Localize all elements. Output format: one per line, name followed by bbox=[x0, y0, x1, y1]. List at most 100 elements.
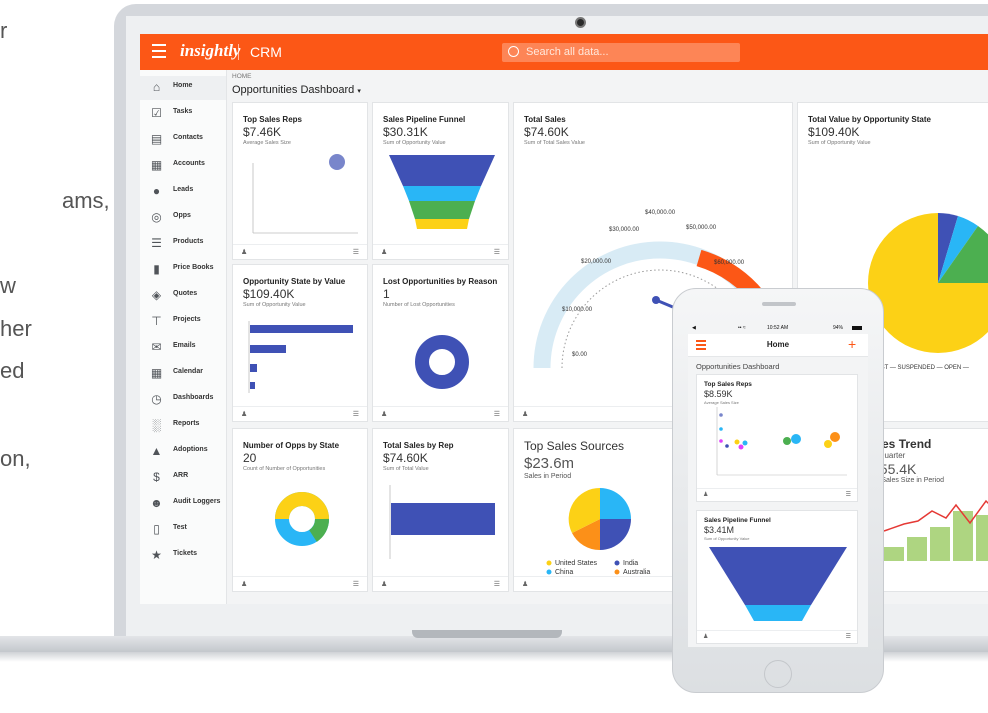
quotes-icon: ◈ bbox=[151, 288, 162, 302]
user-icon[interactable]: ♟ bbox=[241, 248, 247, 256]
scatter-chart bbox=[252, 154, 358, 234]
legend-item: Australia bbox=[623, 569, 650, 576]
sidebar-item-reports[interactable]: ░ Reports bbox=[140, 414, 226, 438]
text-fragment: ed bbox=[0, 358, 25, 383]
leads-icon: ● bbox=[152, 184, 161, 198]
card-top-sales-reps[interactable]: Top Sales Reps $7.46K Average Sales Size… bbox=[232, 102, 368, 260]
sidebar-item-label: Price Books bbox=[173, 264, 214, 271]
list-icon[interactable]: ☰ bbox=[353, 410, 359, 418]
list-icon[interactable]: ☰ bbox=[846, 633, 851, 640]
sidebar-item-calendar[interactable]: ▦ Calendar bbox=[140, 362, 226, 386]
sidebar-item-contacts[interactable]: ▤ Contacts bbox=[140, 128, 226, 152]
user-icon[interactable]: ♟ bbox=[381, 410, 387, 418]
brand-logo[interactable]: insightly bbox=[180, 41, 240, 61]
search-input[interactable]: Search all data... bbox=[502, 43, 740, 62]
page-title[interactable]: Opportunities Dashboard ▾ bbox=[232, 84, 361, 96]
gauge-label: $60,000.00 bbox=[714, 260, 745, 266]
sidebar-item-tickets[interactable]: ★ Tickets bbox=[140, 544, 226, 568]
sidebar-item-label: Products bbox=[173, 238, 204, 245]
list-icon[interactable]: ☰ bbox=[494, 248, 500, 256]
user-icon[interactable]: ♟ bbox=[381, 248, 387, 256]
search-icon bbox=[508, 46, 519, 57]
sidebar-item-quotes[interactable]: ◈ Quotes bbox=[140, 284, 226, 308]
projects-icon: ⊤ bbox=[151, 314, 162, 328]
bar bbox=[884, 547, 904, 561]
gauge-label: $10,000.00 bbox=[562, 307, 593, 313]
sidebar-item-label: Projects bbox=[173, 316, 201, 323]
funnel-segment bbox=[389, 155, 495, 186]
scatter-chart bbox=[716, 407, 847, 476]
sidebar-item-projects[interactable]: ⊤ Projects bbox=[140, 310, 226, 334]
marketing-text: r ams, w her ed on, bbox=[0, 0, 120, 713]
donut-chart bbox=[415, 335, 469, 389]
user-icon[interactable]: ♟ bbox=[703, 491, 708, 498]
user-icon[interactable]: ♟ bbox=[522, 410, 528, 418]
add-icon[interactable]: + bbox=[848, 336, 856, 352]
sidebar-item-audit-loggers[interactable]: ☻ Audit Loggers bbox=[140, 492, 226, 516]
sidebar-item-price-books[interactable]: ▮ Price Books bbox=[140, 258, 226, 282]
card-num-opps[interactable]: Number of Opps by State 20 Count of Numb… bbox=[232, 428, 368, 592]
user-icon[interactable]: ♟ bbox=[522, 580, 528, 588]
phone-card-top-sales-reps[interactable]: Top Sales Reps $8.59K Average Sales Size… bbox=[696, 374, 858, 502]
sidebar-item-label: Calendar bbox=[173, 368, 203, 375]
sidebar-item-adoptions[interactable]: ▲ Adoptions bbox=[140, 440, 226, 464]
bar bbox=[907, 537, 927, 561]
card-opp-state-value[interactable]: Opportunity State by Value $109.40K Sum … bbox=[232, 264, 368, 422]
card-lost-opps[interactable]: Lost Opportunities by Reason 1 Number of… bbox=[372, 264, 509, 422]
funnel-chart bbox=[389, 155, 495, 229]
gauge-label: $30,000.00 bbox=[609, 227, 640, 233]
chevron-down-icon: ▾ bbox=[357, 88, 361, 95]
user-icon[interactable]: ♟ bbox=[381, 580, 387, 588]
divider bbox=[238, 44, 239, 60]
list-icon[interactable]: ☰ bbox=[846, 491, 851, 498]
bar bbox=[250, 345, 286, 353]
gauge-label: $40,000.00 bbox=[645, 210, 676, 216]
user-icon[interactable]: ♟ bbox=[241, 580, 247, 588]
donut-ring bbox=[415, 335, 469, 389]
list-icon[interactable]: ☰ bbox=[494, 580, 500, 588]
dashboards-icon: ◷ bbox=[151, 392, 162, 406]
dashboard-title-text: Opportunities Dashboard bbox=[232, 84, 355, 96]
text-fragment: ams, bbox=[62, 188, 110, 213]
phone-home-button[interactable] bbox=[764, 660, 792, 688]
search-placeholder: Search all data... bbox=[526, 46, 609, 58]
menu-icon[interactable] bbox=[152, 44, 166, 58]
user-icon[interactable]: ♟ bbox=[703, 633, 708, 640]
sidebar-item-test[interactable]: ▯ Test bbox=[140, 518, 226, 542]
legend-item: India bbox=[623, 560, 638, 567]
sidebar-item-arr[interactable]: $ ARR bbox=[140, 466, 226, 490]
sidebar-item-label: Quotes bbox=[173, 290, 198, 297]
wifi-icon: •• ≈ bbox=[738, 325, 746, 331]
reports-icon: ░ bbox=[152, 418, 161, 432]
legend-item: United States bbox=[555, 560, 598, 567]
card-sales-by-rep[interactable]: Total Sales by Rep $74.60K Sum of Total … bbox=[372, 428, 509, 592]
scatter-point bbox=[329, 154, 345, 170]
sidebar-item-leads[interactable]: ● Leads bbox=[140, 180, 226, 204]
breadcrumb[interactable]: HOME bbox=[232, 73, 252, 80]
sidebar-item-emails[interactable]: ✉ Emails bbox=[140, 336, 226, 360]
card-sales-pipeline[interactable]: Sales Pipeline Funnel $30.31K Sum of Opp… bbox=[372, 102, 509, 260]
list-icon[interactable]: ☰ bbox=[353, 580, 359, 588]
sidebar-item-tasks[interactable]: ☑ Tasks bbox=[140, 102, 226, 126]
sidebar-item-dashboards[interactable]: ◷ Dashboards bbox=[140, 388, 226, 412]
list-icon[interactable]: ☰ bbox=[494, 410, 500, 418]
sidebar-item-accounts[interactable]: ▦ Accounts bbox=[140, 154, 226, 178]
funnel-chart bbox=[709, 547, 847, 621]
sidebar-item-products[interactable]: ☰ Products bbox=[140, 232, 226, 256]
sidebar-item-home[interactable]: ⌂ Home bbox=[140, 76, 226, 100]
sidebar-item-opps[interactable]: ◎ Opps bbox=[140, 206, 226, 230]
phone-title: Home bbox=[766, 340, 790, 349]
phone-card-sales-pipeline[interactable]: Sales Pipeline Funnel $3.41M Sum of Oppo… bbox=[696, 510, 858, 644]
price-books-icon: ▮ bbox=[153, 262, 160, 276]
gauge-label: $50,000.00 bbox=[686, 225, 717, 231]
accounts-icon: ▦ bbox=[150, 158, 163, 172]
emails-icon: ✉ bbox=[151, 340, 162, 354]
products-icon: ☰ bbox=[151, 236, 162, 250]
sidebar: ⌂ Home ☑ Tasks ▤ Contacts ▦ Accounts ● Leads … bbox=[140, 70, 227, 604]
sidebar-item-label: Adoptions bbox=[173, 446, 208, 453]
list-icon[interactable]: ☰ bbox=[353, 248, 359, 256]
text-fragment: w bbox=[0, 273, 16, 298]
user-icon[interactable]: ♟ bbox=[241, 410, 247, 418]
sidebar-item-label: Reports bbox=[173, 420, 200, 427]
tasks-icon: ☑ bbox=[151, 106, 162, 120]
